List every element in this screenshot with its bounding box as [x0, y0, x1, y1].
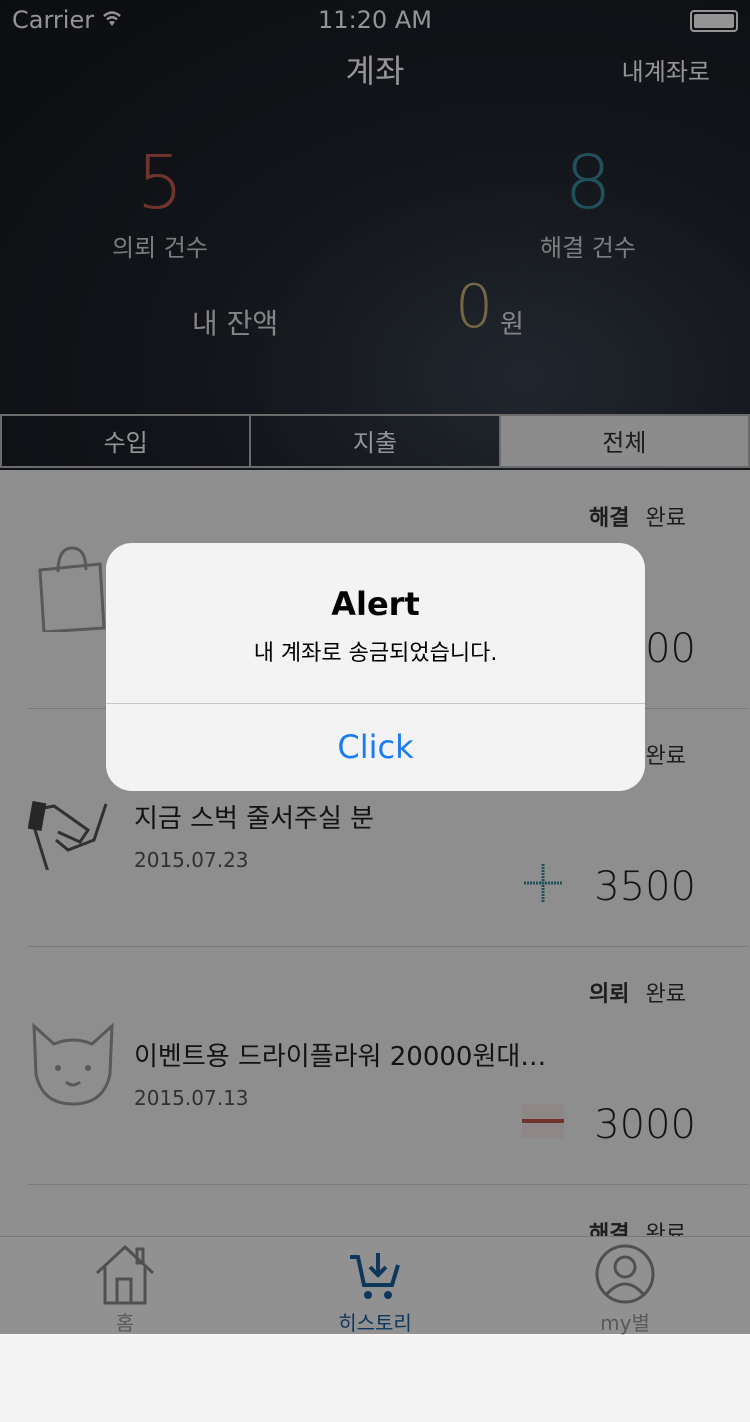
- alert-title: Alert: [331, 585, 420, 623]
- alert-click-button[interactable]: Click: [106, 704, 645, 791]
- alert-dialog: Alert 내 계좌로 송금되었습니다. Click: [106, 543, 645, 791]
- alert-message: 내 계좌로 송금되었습니다.: [253, 641, 498, 666]
